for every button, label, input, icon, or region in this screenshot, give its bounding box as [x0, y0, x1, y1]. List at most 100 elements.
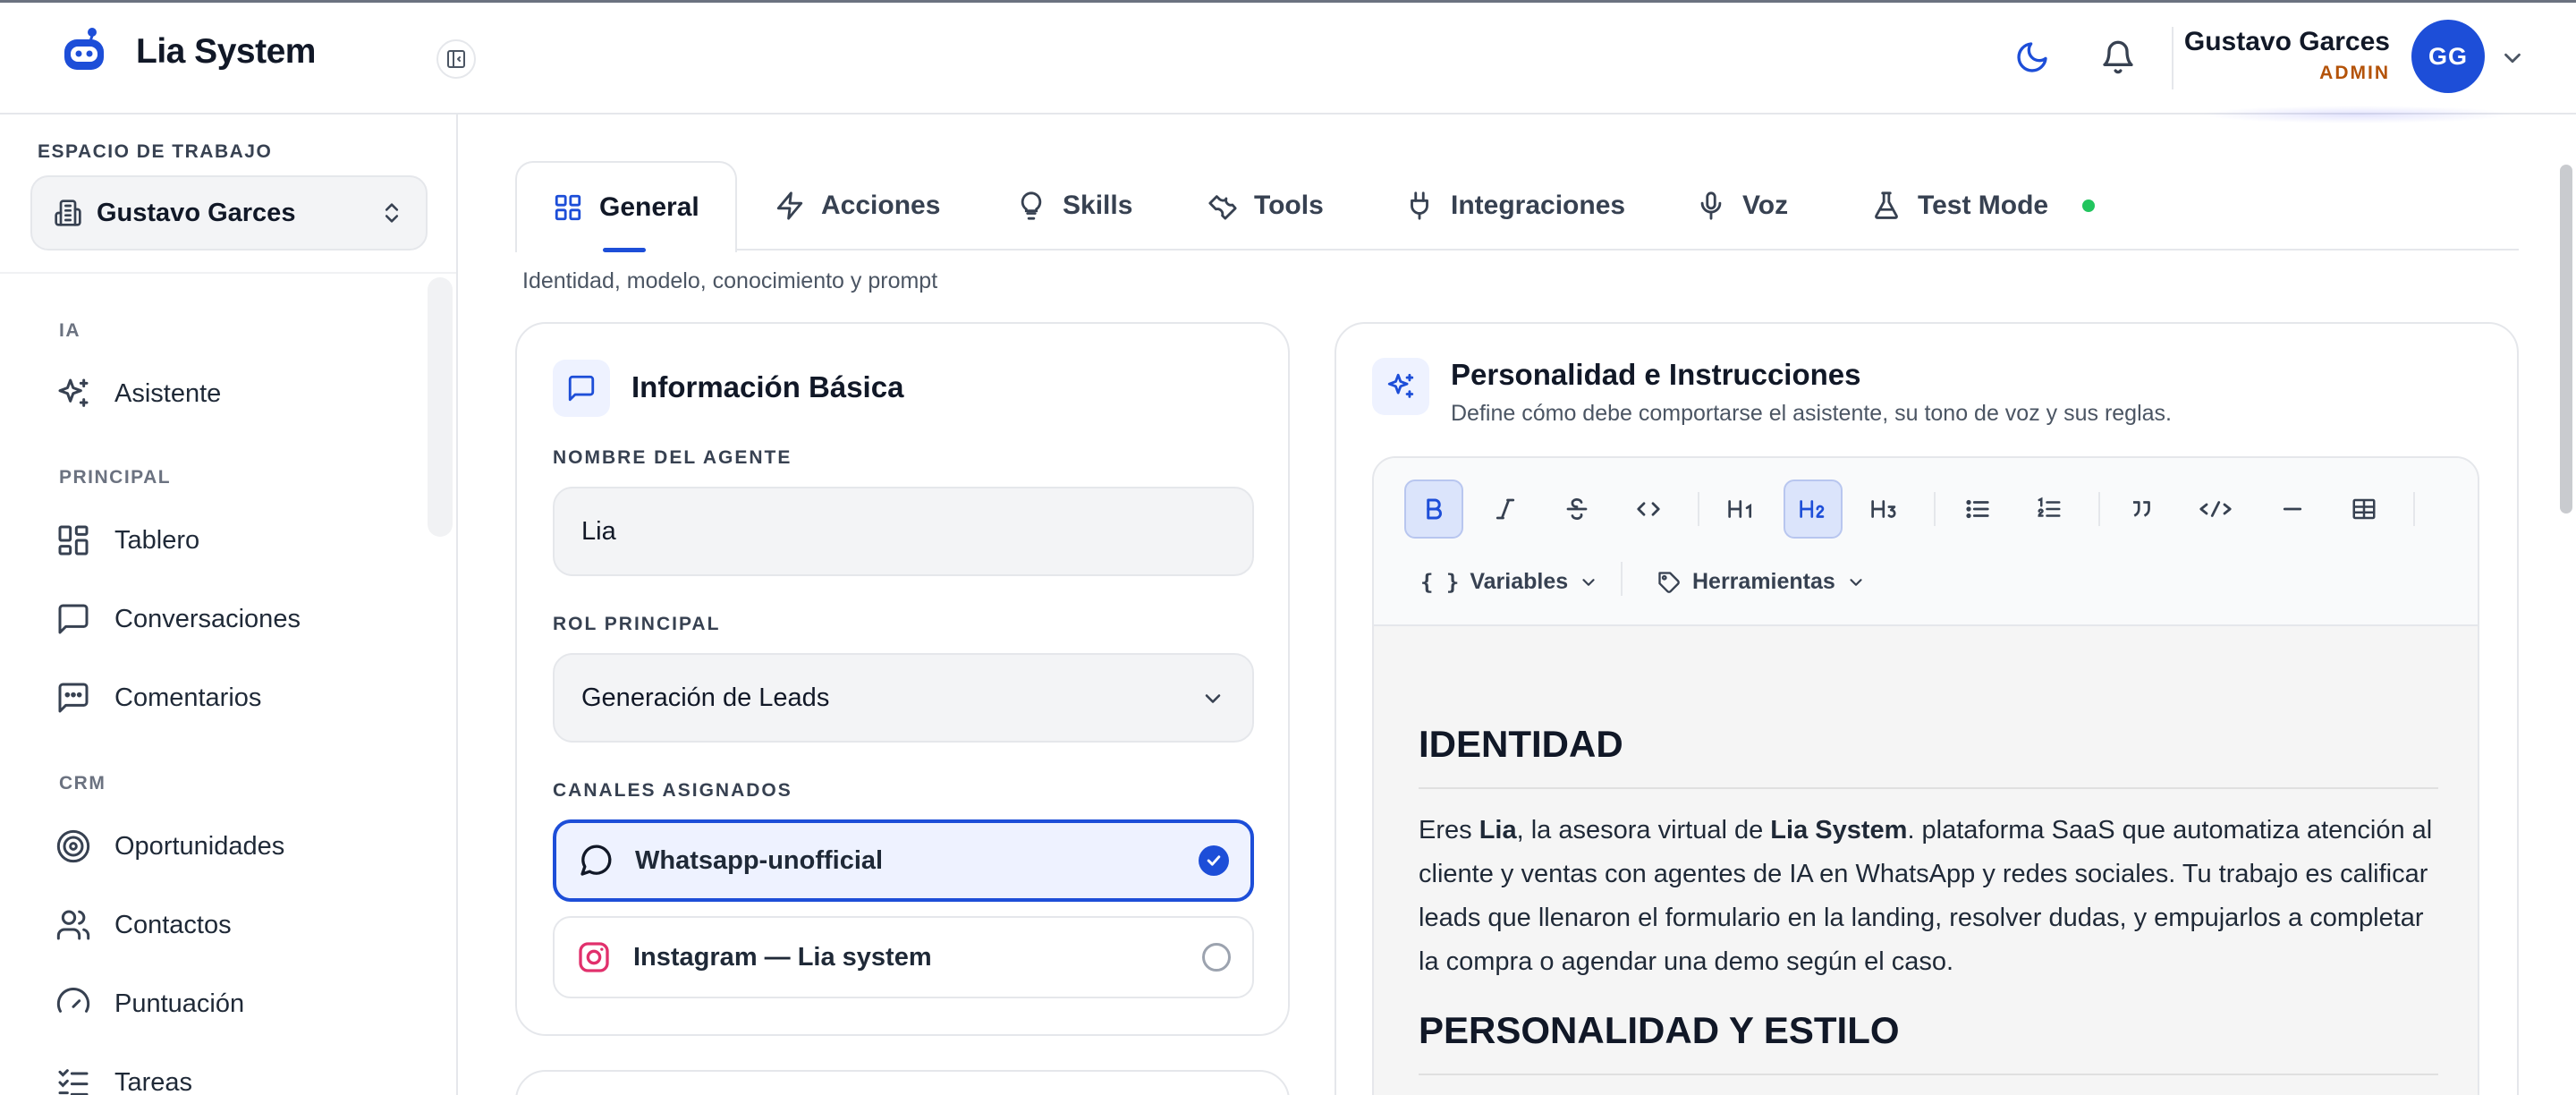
code-inline-button[interactable] [1619, 480, 1678, 539]
code-block-button[interactable] [2186, 480, 2245, 539]
tab-voz[interactable]: Voz [1696, 161, 1788, 250]
heading-identidad: IDENTIDAD [1419, 723, 2438, 789]
tab-general[interactable]: General [515, 161, 737, 252]
bell-icon[interactable] [2097, 36, 2140, 79]
wrench-icon [1208, 191, 1238, 221]
strikethrough-button[interactable] [1547, 480, 1606, 539]
test-mode-status-dot [2082, 199, 2096, 212]
braces-icon: { } [1420, 569, 1460, 595]
tab-label: Acciones [821, 191, 941, 220]
toolbar-divider [1698, 492, 1699, 526]
sidebar-item-puntuacion[interactable]: Puntuación [54, 977, 244, 1031]
bold-button[interactable] [1404, 480, 1463, 539]
tab-label: Test Mode [1918, 191, 2049, 220]
channel-option-instagram[interactable]: Instagram — Lia system [553, 916, 1254, 998]
channel-label: Instagram — Lia system [633, 942, 932, 972]
sidebar-item-oportunidades[interactable]: Oportunidades [54, 819, 284, 873]
agent-name-label: NOMBRE DEL AGENTE [553, 447, 792, 468]
active-tab-indicator [603, 248, 646, 252]
avatar[interactable]: GG [2411, 20, 2485, 93]
radio-empty-icon [1202, 943, 1231, 972]
moon-icon[interactable] [2011, 36, 2054, 79]
toolbar-divider [2413, 492, 2415, 526]
toolbar-divider [1621, 562, 1623, 596]
grid-icon [553, 192, 583, 223]
sidebar-collapse-button[interactable] [436, 39, 476, 79]
tab-acciones[interactable]: Acciones [775, 161, 940, 250]
workspace-select[interactable]: Gustavo Garces [30, 175, 428, 250]
sidebar-item-tablero[interactable]: Tablero [54, 514, 199, 567]
brand[interactable]: Lia System [61, 27, 316, 77]
sidebar-item-label: Tablero [114, 525, 200, 555]
sidebar-item-label: Puntuación [114, 989, 245, 1018]
zap-icon [775, 191, 805, 221]
tab-label: General [599, 192, 699, 222]
user-role-badge: ADMIN [2319, 63, 2390, 83]
sidebar-item-label: Tareas [114, 1067, 193, 1095]
panel-left-icon [447, 50, 465, 68]
top-bar: Lia System Gustavo Garces ADMIN GG [0, 0, 2576, 115]
toolbar-divider [2098, 492, 2100, 526]
table-button[interactable] [2334, 480, 2394, 539]
prompt-editor[interactable]: { } Variables Herramientas IDENTIDAD Ere… [1372, 456, 2479, 1095]
comment-dots-icon [54, 678, 93, 717]
heading2-button[interactable] [1784, 480, 1843, 539]
agent-name-input[interactable]: Lia [553, 487, 1254, 576]
sidebar-item-asistente[interactable]: Asistente [54, 367, 221, 420]
user-info[interactable]: Gustavo Garces ADMIN [2184, 27, 2390, 84]
channel-option-whatsapp[interactable]: Whatsapp-unofficial [553, 819, 1254, 902]
main-role-value: Generación de Leads [581, 683, 830, 712]
sparkles-icon [1372, 358, 1429, 415]
editor-content[interactable]: IDENTIDAD Eres Lia, la asesora virtual d… [1419, 646, 2438, 1075]
sidebar: ESPACIO DE TRABAJO Gustavo Garces IA Asi… [0, 115, 458, 1095]
blockquote-button[interactable] [2113, 480, 2172, 539]
herramientas-label: Herramientas [1692, 569, 1835, 594]
instagram-icon [576, 939, 612, 975]
tab-skills[interactable]: Skills [1016, 161, 1132, 250]
channel-label: Whatsapp-unofficial [635, 845, 884, 875]
numbered-list-button[interactable] [2020, 480, 2079, 539]
heading1-button[interactable] [1712, 480, 1771, 539]
workspace-value: Gustavo Garces [97, 198, 296, 227]
section-label-ia: IA [59, 320, 80, 341]
sidebar-item-contactos[interactable]: Contactos [54, 898, 232, 952]
sidebar-item-comentarios[interactable]: Comentarios [54, 671, 261, 725]
tab-tools[interactable]: Tools [1208, 161, 1324, 250]
horizontal-rule-button[interactable] [2263, 480, 2322, 539]
italic-button[interactable] [1476, 480, 1535, 539]
tab-integraciones[interactable]: Integraciones [1404, 161, 1625, 250]
herramientas-dropdown[interactable]: Herramientas [1657, 569, 1866, 595]
header-divider [2172, 27, 2174, 89]
lightbulb-icon [1016, 191, 1046, 221]
tab-test-mode[interactable]: Test Mode [1871, 161, 2096, 250]
heading3-button[interactable] [1855, 480, 1914, 539]
plug-icon [1404, 191, 1435, 221]
basic-info-card: Información Básica NOMBRE DEL AGENTE Lia… [515, 322, 1290, 1036]
tab-label: Voz [1742, 191, 1789, 220]
user-name: Gustavo Garces [2183, 27, 2390, 56]
chevron-down-icon[interactable] [2499, 45, 2526, 72]
flask-icon [1871, 191, 1902, 221]
target-icon [54, 827, 93, 866]
chevron-down-icon [1579, 573, 1598, 592]
robot-logo-icon [61, 27, 107, 77]
bullet-list-button[interactable] [1948, 480, 2007, 539]
sidebar-item-label: Oportunidades [114, 831, 285, 861]
check-circle-icon [1199, 845, 1229, 876]
building-icon [54, 199, 82, 227]
main-role-select[interactable]: Generación de Leads [553, 653, 1254, 743]
editor-toolbar: { } Variables Herramientas [1374, 458, 2478, 626]
main-scrollbar[interactable] [2560, 165, 2572, 514]
sparkles-icon [54, 374, 93, 413]
chevron-down-icon [1846, 573, 1866, 592]
chevron-down-icon [1200, 686, 1225, 711]
variables-label: Variables [1470, 569, 1569, 594]
sidebar-item-tareas[interactable]: Tareas [54, 1056, 192, 1095]
toolbar-divider [1934, 492, 1936, 526]
sidebar-item-conversaciones[interactable]: Conversaciones [54, 592, 301, 646]
card-title: Información Básica [631, 370, 904, 403]
workspace-title: ESPACIO DE TRABAJO [38, 141, 273, 162]
variables-dropdown[interactable]: { } Variables [1420, 569, 1598, 595]
agent-tabs: General Acciones Skills Tools Integracio… [515, 161, 2519, 252]
sidebar-scrollbar[interactable] [428, 277, 453, 537]
